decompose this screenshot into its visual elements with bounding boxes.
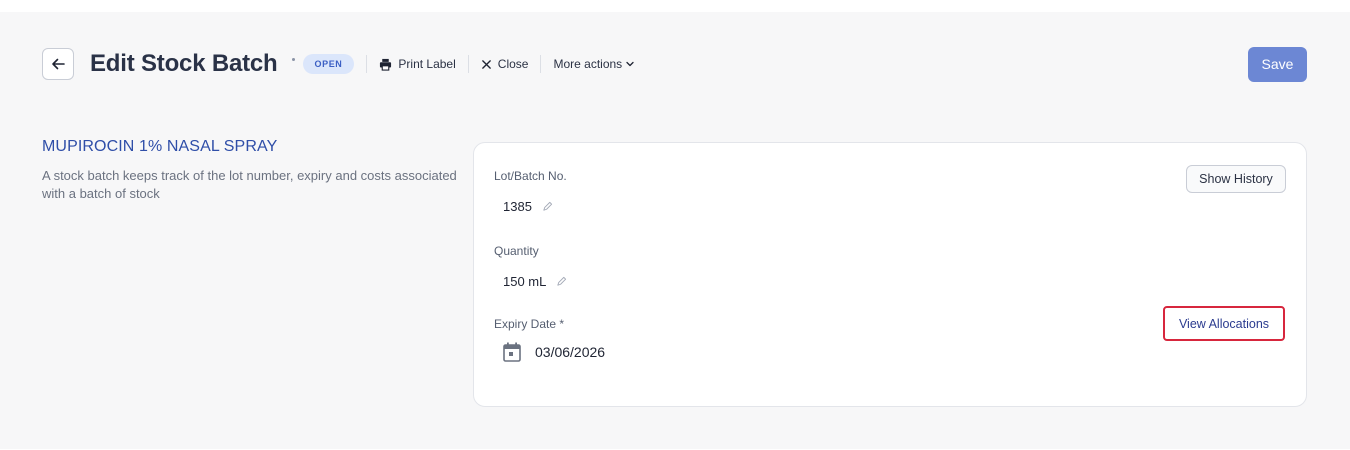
- expiry-date-label: Expiry Date *: [494, 317, 565, 331]
- item-name-heading: MUPIROCIN 1% NASAL SPRAY: [42, 138, 278, 155]
- lot-batch-field[interactable]: 1385: [503, 199, 553, 214]
- print-label-button[interactable]: Print Label: [379, 57, 456, 71]
- arrow-left-icon: [52, 58, 65, 70]
- more-actions-dropdown[interactable]: More actions: [553, 57, 640, 71]
- x-icon: [481, 59, 491, 69]
- pencil-icon[interactable]: [556, 276, 567, 287]
- save-button[interactable]: Save: [1248, 46, 1307, 82]
- title-separator-dot: [291, 57, 295, 61]
- lot-batch-value: 1385: [503, 199, 532, 214]
- quantity-value: 150 mL: [503, 274, 547, 289]
- page: Edit Stock Batch OPEN Print Label Close …: [0, 12, 1350, 449]
- divider: [467, 55, 469, 73]
- lot-batch-label: Lot/Batch No.: [494, 169, 567, 183]
- printer-icon: [380, 58, 392, 71]
- expiry-date-field[interactable]: 03/06/2026: [503, 342, 605, 362]
- calendar-icon: [503, 342, 521, 362]
- page-header: Edit Stock Batch OPEN Print Label Close …: [42, 46, 1307, 82]
- page-title: Edit Stock Batch: [90, 50, 278, 77]
- back-button[interactable]: [42, 48, 74, 80]
- section-description: A stock batch keeps track of the lot num…: [42, 168, 457, 201]
- divider: [540, 55, 542, 73]
- print-label-text: Print Label: [398, 57, 456, 71]
- chevron-down-icon: [626, 61, 634, 67]
- pencil-icon[interactable]: [542, 201, 553, 212]
- close-text: Close: [497, 57, 529, 71]
- quantity-label: Quantity: [494, 244, 539, 258]
- quantity-field[interactable]: 150 mL: [503, 274, 567, 289]
- status-badge: OPEN: [302, 54, 355, 74]
- more-actions-text: More actions: [553, 57, 623, 71]
- divider: [366, 55, 368, 73]
- expiry-date-value: 03/06/2026: [535, 344, 606, 360]
- show-history-button[interactable]: Show History: [1186, 165, 1286, 193]
- close-button[interactable]: Close: [481, 57, 529, 71]
- view-allocations-button[interactable]: View Allocations: [1163, 306, 1285, 341]
- stock-batch-card: Lot/Batch No. 1385 Show History Quantity…: [473, 142, 1307, 407]
